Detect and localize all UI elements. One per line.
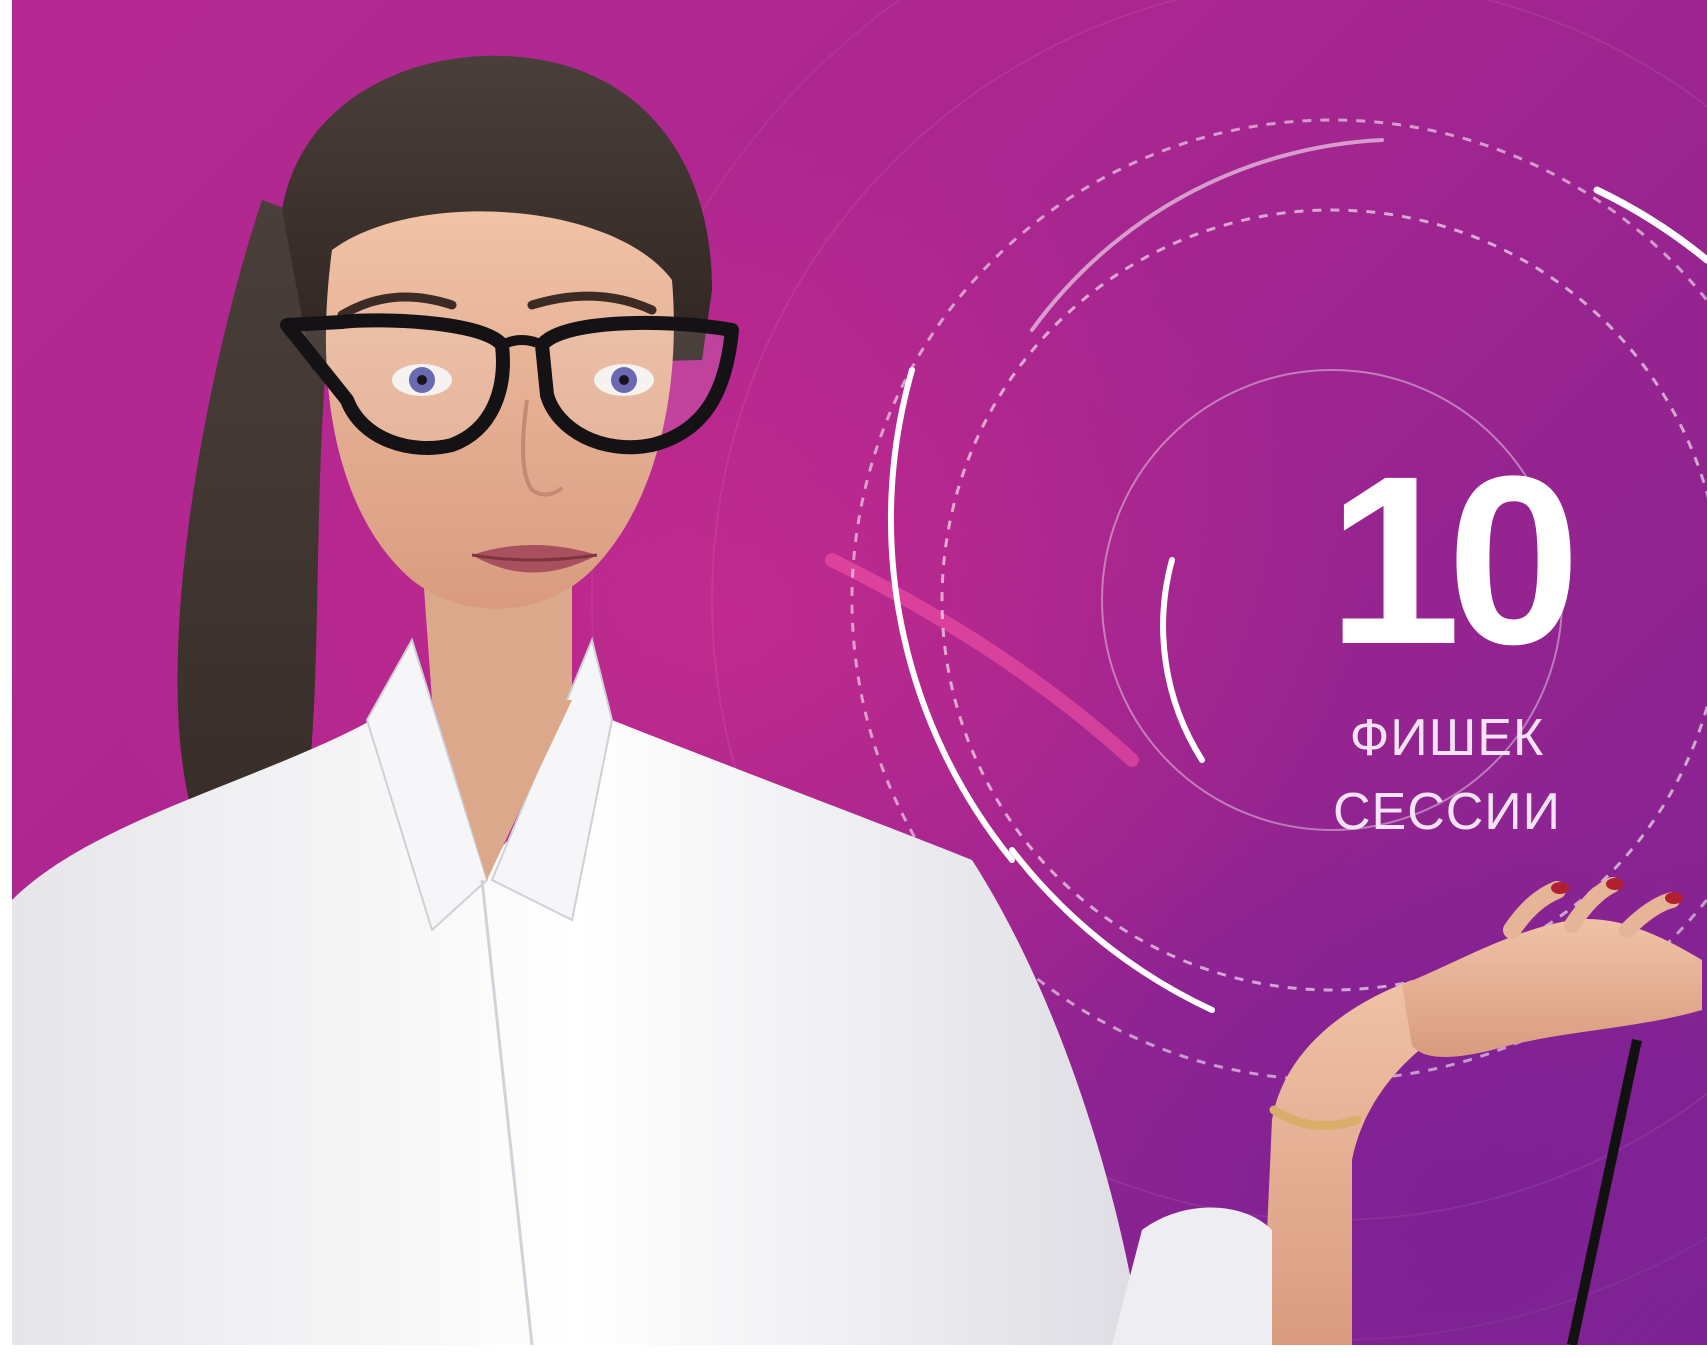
badge-caption-line-2: СЕССИИ <box>1332 783 1562 841</box>
badge-caption-line-1: ФИШЕК <box>1349 709 1545 767</box>
badge-number: 10 <box>1327 426 1581 694</box>
promo-banner: 10 ФИШЕК СЕССИИ <box>12 0 1707 1345</box>
